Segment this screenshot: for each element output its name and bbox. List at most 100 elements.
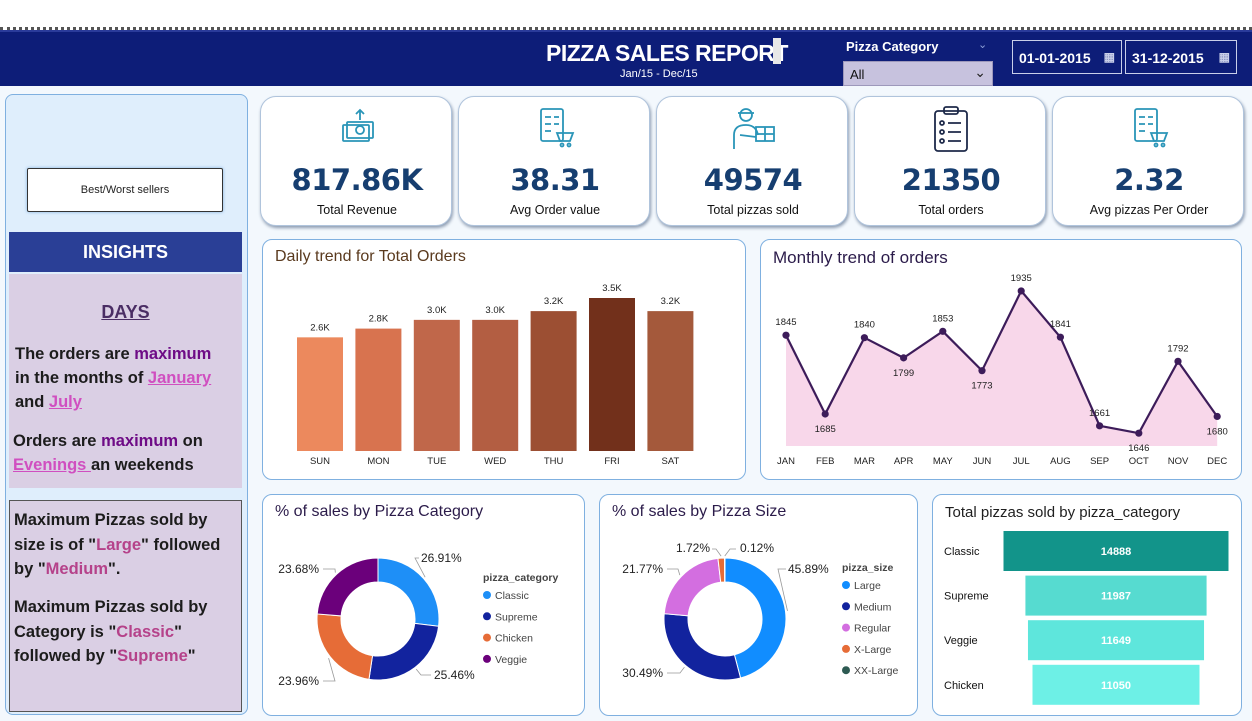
data-label: 30.49% [622,666,663,680]
data-point [821,410,829,418]
kpi-total-pizzas-sold: 49574 Total pizzas sold [656,96,848,226]
size-donut-panel: % of sales by Pizza Size 45.89% 30.49% 21.… [599,494,918,716]
data-label: 1853 [932,313,953,324]
leader-line [667,568,681,576]
donut-slice [663,613,742,681]
legend-title: pizza_category [483,572,558,584]
tick-label: AUG [1050,456,1071,467]
best-worst-sellers-button[interactable]: Best/Worst sellers [27,168,223,212]
data-point [782,331,790,339]
insights-size-box: Maximum Pizzas sold by size is of "Large… [9,500,242,712]
data-label: 1840 [854,320,875,331]
kpi-label: Avg Order value [509,203,601,217]
data-point [978,367,986,375]
leader-line [323,568,336,573]
tick-label: OCT [1129,456,1149,467]
calendar-icon[interactable]: ▦ [1219,50,1230,64]
data-label: 1.72% [676,541,710,555]
pizza-category-dropdown[interactable]: All ⌄ [843,61,993,86]
tick-label: JUN [973,456,992,467]
top-strip [0,0,1252,30]
data-point [1135,429,1143,437]
legend-marker [483,654,491,663]
legend-marker [842,602,850,611]
data-label: 1773 [971,381,992,392]
category-label: Supreme [944,591,989,603]
calendar-icon[interactable]: ▦ [1104,50,1115,64]
bar [589,298,635,451]
data-point [1056,333,1064,341]
data-label: 1661 [1089,408,1110,419]
leader-line [712,548,722,557]
report-title: PIZZA SALES REPORT [546,40,788,66]
date-to-input[interactable]: 31-12-2015 ▦ [1125,40,1237,74]
header-bar: PIZZA SALES REPORT Jan/15 - Dec/15 Pizza… [0,30,1252,86]
kpi-value: 38.31 [510,163,600,197]
data-label: 23.68% [278,562,319,576]
kpi-value: 2.32 [1114,163,1184,197]
category-label: Chicken [944,680,984,692]
kpi-label: Total orders [918,203,984,217]
tick-label: MAY [933,456,954,467]
kpi-avg-pizzas-per-order: 2.32 Avg pizzas Per Order [1052,96,1244,226]
donut-slice [316,557,379,617]
monthly-trend-panel: Monthly trend of orders 1845 JAN 1685 FEB 18… [760,239,1242,480]
legend-marker [483,612,491,621]
category-label: Veggie [944,635,978,647]
date-to-value: 31-12-2015 [1132,50,1204,66]
data-label: 3.2K [544,296,564,307]
data-label: 3.5K [602,283,622,294]
tick-label: SEP [1090,456,1109,467]
money-icon [261,105,453,149]
tick-label: THU [544,456,564,467]
data-label: 25.46% [434,668,475,682]
bar [297,337,343,451]
tick-label: JUL [1013,456,1030,467]
legend-entry: Supreme [495,611,538,623]
kpi-total-orders: 21350 Total orders [854,96,1046,226]
tick-label: DEC [1207,456,1227,467]
data-label: 3.0K [427,305,447,316]
legend-entry: Chicken [495,633,533,645]
tick-label: NOV [1168,456,1189,467]
data-label: 1845 [775,317,796,328]
bar [530,311,577,451]
data-point [860,334,868,342]
filter-collapse-icon[interactable]: ⌄ [978,38,987,51]
donut-slice [316,613,374,680]
legend-title: pizza_size [842,562,894,574]
insight-category: Maximum Pizzas sold by Category is "Clas… [14,598,208,665]
donut-slice [377,557,440,627]
tick-label: APR [894,456,914,467]
category-donut-panel: % of sales by Pizza Category 26.91% 25.46… [262,494,585,716]
data-label: 23.96% [278,674,319,688]
days-title: DAYS [101,302,150,322]
tick-label: MON [367,456,389,467]
legend-marker [842,644,850,653]
data-label: 11987 [1101,591,1131,603]
data-point [1213,412,1221,421]
leader-line [323,657,336,682]
data-label: 1792 [1167,343,1188,354]
cart-checklist-icon [1053,105,1245,149]
size-donut-chart: 45.89% 30.49% 21.77% 1.72% 0.12% pizza_size La… [622,541,899,681]
legend-marker [842,623,850,632]
delivery-person-icon [657,105,849,149]
legend-marker [483,633,491,642]
tick-label: MAR [854,456,875,467]
date-from-input[interactable]: 01-01-2015 ▦ [1012,40,1122,74]
data-label: 1935 [1011,273,1032,284]
insight-evenings: Orders are maximum on Evenings an weeken… [13,432,203,474]
pizzas-by-category-panel: Total pizzas sold by pizza_category 1488… [932,494,1242,716]
donut-slice [368,622,440,681]
bar [647,311,694,451]
donut-slice [663,557,722,617]
data-label: 3.2K [661,296,681,307]
tick-label: FRI [604,456,619,467]
insights-days-box: DAYS The orders are maximum in the month… [9,274,242,488]
data-label: 11649 [1101,635,1131,647]
funnel-chart: 14888 Classic 11987 Supreme 11649 Veggie 11050… [944,531,1229,705]
leader-line [724,548,736,557]
legend-entry: Veggie [495,654,527,666]
data-label: 3.0K [485,305,505,316]
